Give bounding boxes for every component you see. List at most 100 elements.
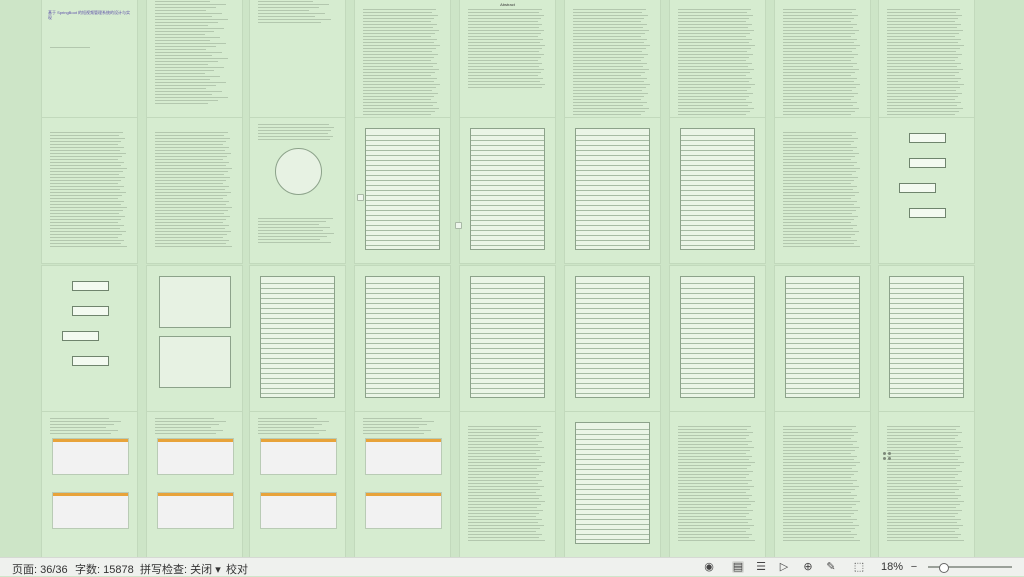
text-line	[363, 54, 438, 55]
text-line	[887, 540, 964, 541]
text-line	[573, 99, 641, 100]
text-line	[573, 33, 645, 34]
page-thumbnail[interactable]	[250, 118, 345, 263]
text-line	[783, 243, 854, 244]
text-line	[468, 525, 544, 526]
text-line	[887, 471, 962, 472]
text-line	[468, 51, 539, 52]
text-line	[887, 522, 957, 523]
page-thumbnail[interactable]	[147, 412, 242, 557]
text-line	[887, 36, 955, 37]
text-line	[363, 15, 438, 16]
text-line	[783, 114, 851, 115]
text-line	[155, 183, 223, 184]
zoom-out-icon[interactable]: −	[908, 561, 920, 573]
globe-icon[interactable]: ⊕	[802, 561, 814, 573]
page-thumbnail[interactable]	[147, 118, 242, 263]
text-line	[155, 91, 222, 92]
text-line	[887, 477, 955, 478]
page-thumbnail[interactable]	[42, 412, 137, 557]
flowchart-node	[909, 208, 946, 218]
text-line	[783, 432, 858, 433]
text-line	[468, 69, 544, 70]
text-line	[783, 93, 858, 94]
page-thumbnail[interactable]	[355, 412, 450, 557]
page-thumbnail[interactable]	[355, 266, 450, 411]
page-thumbnail[interactable]	[670, 412, 765, 557]
text-line	[783, 138, 858, 139]
text-line	[363, 30, 439, 31]
text-line	[258, 418, 317, 419]
zoom-slider-knob[interactable]	[939, 563, 949, 573]
screenshot-figure	[52, 438, 129, 475]
text-line	[468, 459, 539, 460]
page-thumbnail[interactable]	[355, 118, 450, 263]
text-line	[468, 78, 543, 79]
page-nav-dots[interactable]	[883, 452, 893, 464]
page-thumbnail[interactable]	[670, 118, 765, 263]
text-line	[155, 85, 216, 86]
text-line	[363, 51, 432, 52]
page-thumbnail[interactable]	[250, 266, 345, 411]
text-line	[155, 201, 229, 202]
text-line	[783, 165, 854, 166]
page-thumbnail[interactable]	[775, 118, 870, 263]
page-thumbnail[interactable]	[147, 266, 242, 411]
page-thumbnail[interactable]	[565, 118, 660, 263]
page-thumbnail[interactable]	[42, 118, 137, 263]
text-line	[155, 433, 216, 434]
text-line	[468, 12, 539, 13]
page-thumbnail[interactable]	[775, 266, 870, 411]
text-line	[155, 141, 226, 142]
page-thumbnail[interactable]	[565, 412, 660, 557]
text-line	[783, 60, 851, 61]
page-thumbnail[interactable]	[565, 266, 660, 411]
play-icon[interactable]: ▷	[778, 561, 790, 573]
text-line	[783, 141, 854, 142]
page-thumbnail[interactable]	[460, 118, 555, 263]
text-line	[678, 75, 746, 76]
text-line	[887, 513, 958, 514]
text-line	[155, 165, 226, 166]
text-line	[887, 87, 960, 88]
text-line	[678, 48, 751, 49]
text-line	[155, 61, 218, 62]
page-view-icon[interactable]: ▤	[732, 561, 744, 573]
page-thumbnail[interactable]	[879, 266, 974, 411]
outline-icon[interactable]: ☰	[755, 561, 767, 573]
text-line	[678, 63, 752, 64]
page-thumbnail[interactable]	[460, 412, 555, 557]
zoom-slider[interactable]	[928, 563, 1012, 573]
text-line	[258, 224, 319, 225]
text-line	[155, 159, 223, 160]
text-line	[155, 22, 218, 23]
text-line	[155, 231, 231, 232]
document-canvas[interactable]: 基于 SpringBoot 的短视频管理系统的设计与实现 Abstract	[0, 0, 1024, 557]
text-line	[678, 492, 746, 493]
text-line	[783, 462, 860, 463]
zoom-level[interactable]: 18%	[881, 561, 903, 573]
text-line	[155, 97, 228, 98]
text-line	[678, 90, 747, 91]
page-thumbnail[interactable]	[460, 266, 555, 411]
page-thumbnail[interactable]	[775, 412, 870, 557]
text-line	[887, 57, 958, 58]
page-thumbnail[interactable]	[879, 118, 974, 263]
text-line	[887, 429, 956, 430]
text-line	[783, 489, 855, 490]
page-thumbnail[interactable]	[670, 266, 765, 411]
page-thumbnail[interactable]	[42, 266, 137, 411]
text-line	[50, 243, 121, 244]
page-thumbnail[interactable]	[879, 412, 974, 557]
text-line	[155, 162, 229, 163]
text-line	[887, 24, 961, 25]
pen-icon[interactable]: ✎	[825, 561, 837, 573]
text-line	[155, 76, 220, 77]
eye-icon[interactable]: ◉	[703, 561, 715, 573]
text-line	[678, 87, 751, 88]
text-line	[678, 537, 749, 538]
text-line	[887, 459, 958, 460]
text-line	[50, 433, 111, 434]
page-thumbnail[interactable]	[250, 412, 345, 557]
fit-page-icon[interactable]: ⬚	[853, 561, 865, 573]
